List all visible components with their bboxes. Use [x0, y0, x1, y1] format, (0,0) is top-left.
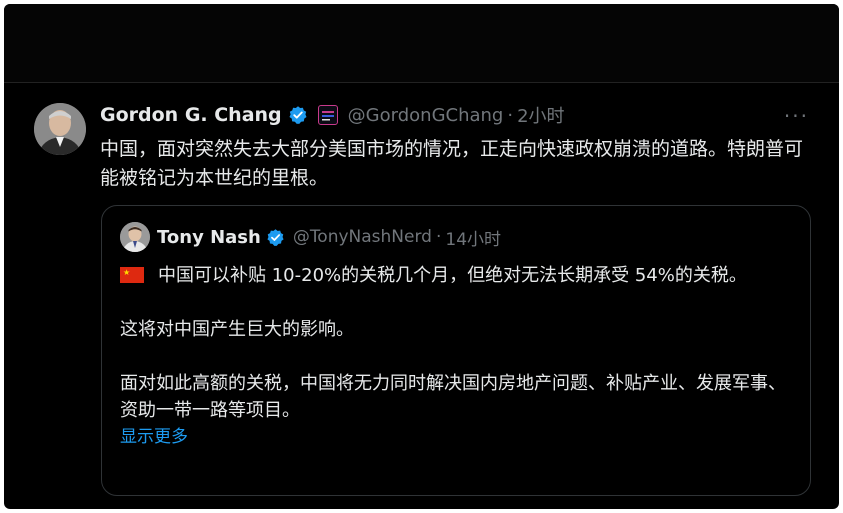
- china-flag-icon: ★: [120, 267, 144, 283]
- quoted-tweet[interactable]: Tony Nash @TonyNashNerd · 14小时 ★ 中国可以补贴 1…: [101, 205, 811, 496]
- separator: ·: [507, 104, 514, 126]
- quoted-text: ★ 中国可以补贴 10-20%的关税几个月，但绝对无法长期承受 54%的关税。 这…: [120, 262, 790, 451]
- quoted-author-name[interactable]: Tony Nash: [157, 227, 261, 248]
- tweet[interactable]: Gordon G. Chang @GordonGChang · 2小时 ··· …: [4, 83, 839, 509]
- avatar[interactable]: [34, 103, 86, 155]
- author-handle[interactable]: @GordonGChang: [348, 105, 504, 126]
- affiliation-badge-icon[interactable]: [317, 105, 338, 125]
- top-blank-area: [4, 4, 839, 82]
- quoted-avatar[interactable]: [120, 222, 150, 252]
- quoted-author-handle[interactable]: @TonyNashNerd: [293, 227, 432, 247]
- timestamp[interactable]: 2小时: [517, 102, 564, 128]
- quoted-header: Tony Nash @TonyNashNerd · 14小时: [157, 224, 501, 250]
- tweet-header: Gordon G. Chang @GordonGChang · 2小时: [100, 102, 565, 128]
- verified-badge-icon: [288, 105, 308, 125]
- tweet-text: 中国，面对突然失去大部分美国市场的情况，正走向快速政权崩溃的道路。特朗普可能被铭…: [100, 138, 804, 189]
- quoted-paragraph: 面对如此高额的关税，中国将无力同时解决国内房地产问题、补贴产业、发展军事、资助一…: [120, 373, 786, 421]
- author-name[interactable]: Gordon G. Chang: [100, 104, 282, 126]
- quoted-timestamp[interactable]: 14小时: [445, 225, 501, 250]
- quoted-paragraph-text: 中国可以补贴 10-20%的关税几个月，但绝对无法长期承受 54%的关税。: [158, 265, 747, 286]
- screenshot-frame: Gordon G. Chang @GordonGChang · 2小时 ··· …: [4, 4, 839, 509]
- verified-badge-icon: [266, 228, 285, 247]
- quoted-paragraph: ★ 中国可以补贴 10-20%的关税几个月，但绝对无法长期承受 54%的关税。: [120, 262, 790, 289]
- more-options-icon[interactable]: ···: [784, 104, 809, 128]
- show-more-link[interactable]: 显示更多: [120, 424, 790, 451]
- quoted-paragraph: 这将对中国产生巨大的影响。: [120, 319, 354, 340]
- separator: ·: [435, 227, 442, 247]
